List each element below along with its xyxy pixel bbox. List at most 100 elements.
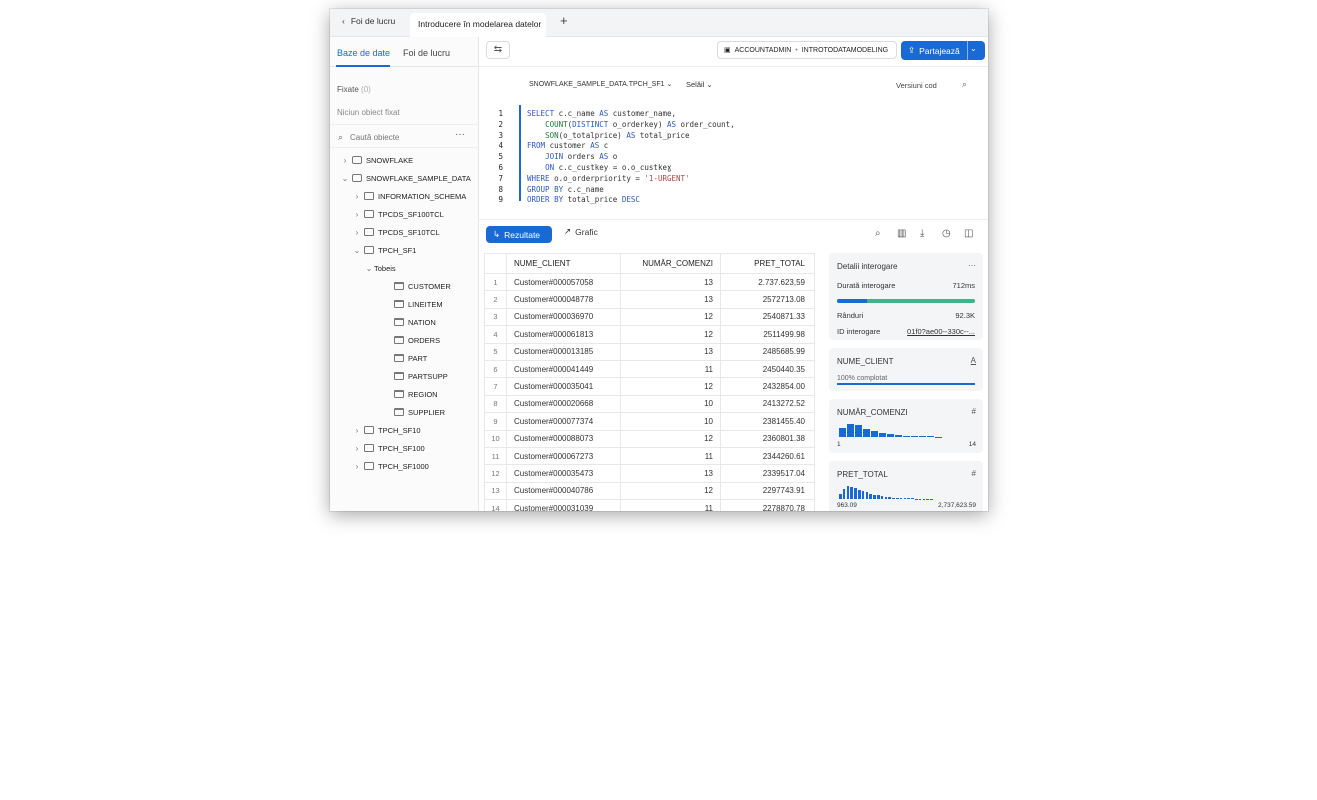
table-row[interactable]: 8 Customer#000020668 10 2413272.52 bbox=[484, 394, 815, 414]
column-name: NUME_CLIENT bbox=[837, 357, 894, 366]
schema-selector[interactable]: Selăil ⌄ bbox=[686, 80, 713, 89]
database-selector[interactable]: SNOWFLAKE_SAMPLE_DATA.TPCH_SF1 ⌄ bbox=[529, 80, 672, 88]
chevron-right-icon[interactable]: › bbox=[352, 228, 362, 237]
tree-item[interactable]: › SNOWFLAKE bbox=[340, 152, 413, 168]
chart-label: Grafic bbox=[575, 226, 598, 237]
tab-worksheet[interactable]: Introducere în modelarea datelor bbox=[410, 13, 546, 37]
line-number: 8 bbox=[498, 184, 503, 194]
histogram-bar bbox=[854, 488, 857, 499]
tree-item[interactable]: PART bbox=[382, 350, 427, 366]
main-panel: ⇆ ▣ ACCOUNTADMIN • INTROTODATAMODELING ⇪… bbox=[479, 37, 988, 511]
histogram-min: 1 bbox=[837, 441, 841, 448]
rows-value: 92.3K bbox=[955, 311, 975, 320]
tree-item[interactable]: › INFORMATION_SCHEMA bbox=[352, 188, 467, 204]
column-header[interactable]: NUME_CLIENT bbox=[506, 253, 621, 274]
chevron-down-icon[interactable]: ⌄ bbox=[970, 44, 977, 53]
tab-worksheets[interactable]: Foi de lucru bbox=[403, 48, 450, 58]
table-row[interactable]: 2 Customer#000048778 13 2572713.08 bbox=[484, 290, 815, 309]
tree-item[interactable]: › TPCH_SF10 bbox=[352, 422, 421, 438]
histogram-bar bbox=[887, 434, 894, 437]
column-card-count[interactable]: NUMĂR_COMENZI # 1 14 bbox=[829, 399, 983, 453]
chevron-right-icon[interactable]: › bbox=[352, 192, 362, 201]
histogram-bar bbox=[903, 498, 907, 499]
query-id-link[interactable]: 01f0?ae00--330c--... bbox=[907, 327, 975, 336]
total-price-cell: 2413272.52 bbox=[720, 394, 815, 414]
tree-item[interactable]: LINEITEM bbox=[382, 296, 443, 312]
table-row[interactable]: 9 Customer#000077374 10 2381455.40 bbox=[484, 412, 815, 431]
total-price-cell: 2572713.08 bbox=[720, 290, 815, 309]
tree-item[interactable]: ⌄ SNOWFLAKE_SAMPLE_DATA bbox=[340, 170, 471, 186]
line-number: 1 bbox=[498, 109, 503, 118]
column-card-name[interactable]: NUME_CLIENT A 100% complotat bbox=[829, 348, 983, 391]
columns-icon[interactable]: ▥ bbox=[897, 228, 906, 239]
table-row[interactable]: 10 Customer#000088073 12 2360801.38 bbox=[484, 429, 815, 448]
separator-dot: • bbox=[795, 46, 798, 54]
chevron-down-icon[interactable]: ⌄ bbox=[352, 246, 362, 255]
column-header[interactable]: PRET_TOTAL bbox=[720, 253, 815, 274]
line-number: 5 bbox=[498, 152, 503, 162]
column-header[interactable]: NUMĂR_COMENZI bbox=[620, 253, 721, 274]
chevron-down-icon[interactable]: ⌄ bbox=[340, 174, 350, 183]
download-icon[interactable]: ⤓ bbox=[920, 228, 924, 239]
table-row[interactable]: 11 Customer#000067273 11 2344260.61 bbox=[484, 446, 815, 466]
search-input[interactable]: Caută obiecte bbox=[350, 133, 399, 142]
tree-item[interactable]: PARTSUPP bbox=[382, 368, 448, 384]
split-panel-icon[interactable]: ◫ bbox=[964, 228, 973, 239]
role-warehouse-selector[interactable]: ▣ ACCOUNTADMIN • INTROTODATAMODELING bbox=[717, 41, 897, 59]
warehouse-label: INTROTODATAMODELING bbox=[801, 46, 889, 54]
table-row[interactable]: 14 Customer#000031039 11 2278870.78 bbox=[484, 499, 815, 511]
filter-settings-button[interactable]: ⇆ bbox=[486, 41, 510, 59]
sql-editor[interactable]: 1 SELECT c.c_name AS customer_name, 2 COUN… bbox=[479, 103, 988, 219]
chevron-right-icon[interactable]: › bbox=[352, 444, 362, 453]
code-text: SON(o_totalprice) AS total_price bbox=[545, 130, 690, 140]
search-icon[interactable]: ⌕ bbox=[875, 228, 881, 239]
tree-item[interactable]: REGION bbox=[382, 386, 438, 402]
line-number: 3 bbox=[498, 130, 503, 140]
chevron-down-icon[interactable]: ⌄ bbox=[364, 264, 374, 273]
tree-item[interactable]: NATION bbox=[382, 314, 436, 330]
results-button[interactable]: ↳ Rezultate bbox=[486, 226, 552, 243]
table-row[interactable]: 4 Customer#000061813 12 2511499.98 bbox=[484, 325, 815, 344]
tree-item[interactable]: CUSTOMER bbox=[382, 278, 451, 294]
code-versions-button[interactable]: Versiuni cod bbox=[896, 81, 937, 90]
tree-item[interactable]: › TPCH_SF1000 bbox=[352, 458, 429, 474]
history-icon[interactable]: ◷ bbox=[942, 228, 951, 239]
tree-item[interactable]: › TPCDS_SF10TCL bbox=[352, 224, 440, 240]
chevron-right-icon[interactable]: › bbox=[352, 462, 362, 471]
code-text: ORDER BY total_price DESC bbox=[527, 195, 640, 205]
tree-item[interactable]: ⌄ TPCH_SF1 bbox=[352, 242, 417, 258]
total-price-cell: 2381455.40 bbox=[720, 412, 815, 431]
table-row[interactable]: 12 Customer#000035473 13 2339517.04 bbox=[484, 464, 815, 483]
histogram-bar bbox=[896, 497, 899, 499]
tree-item[interactable]: › TPCDS_SF100TCL bbox=[352, 206, 444, 222]
tree-item[interactable]: ORDERS bbox=[382, 332, 440, 348]
table-row[interactable]: 7 Customer#000035041 12 2432854.00 bbox=[484, 377, 815, 396]
order-count-cell: 12 bbox=[620, 481, 721, 501]
chevron-right-icon[interactable]: › bbox=[352, 210, 362, 219]
tree-item[interactable]: ⌄ Tobeis bbox=[364, 260, 396, 276]
results-label: Rezultate bbox=[504, 229, 541, 240]
chart-button[interactable]: ↗ Grafic bbox=[564, 226, 598, 237]
tree-item-label: TPCDS_SF10TCL bbox=[378, 227, 440, 237]
tab-databases[interactable]: Baze de date bbox=[337, 48, 390, 58]
table-row[interactable]: 1 Customer#000057058 13 2.737.623,59 bbox=[484, 272, 815, 292]
column-card-price[interactable]: PRET_TOTAL # 963.09 2,737,623.59 bbox=[829, 461, 983, 511]
more-options-icon[interactable]: ··· bbox=[455, 129, 465, 140]
tree-item[interactable]: SUPPLIER bbox=[382, 404, 445, 420]
customer-name-cell: Customer#000041449 bbox=[506, 359, 621, 379]
chevron-right-icon[interactable]: › bbox=[352, 426, 362, 435]
chevron-right-icon[interactable]: › bbox=[340, 156, 350, 165]
more-options-icon[interactable]: ··· bbox=[968, 261, 976, 270]
pinned-label: Fixate bbox=[337, 85, 359, 94]
table-row[interactable]: 5 Customer#000013185 13 2485685.99 bbox=[484, 342, 815, 361]
search-icon: ⌕ bbox=[338, 132, 344, 142]
back-to-worksheets-button[interactable]: ‹ Foi de lucru bbox=[342, 16, 395, 26]
table-row[interactable]: 6 Customer#000041449 11 2450440.35 bbox=[484, 359, 815, 379]
object-search[interactable]: ⌕ Caută obiecte ··· bbox=[330, 124, 479, 148]
add-tab-button[interactable]: + bbox=[560, 13, 568, 28]
share-button[interactable]: ⇪ Partajează ⌄ bbox=[901, 41, 985, 60]
table-row[interactable]: 13 Customer#000040786 12 2297743.91 bbox=[484, 481, 815, 501]
tree-item[interactable]: › TPCH_SF100 bbox=[352, 440, 425, 456]
search-icon[interactable]: ⌕ bbox=[962, 79, 967, 90]
table-row[interactable]: 3 Customer#000036970 12 2540871.33 bbox=[484, 307, 815, 327]
